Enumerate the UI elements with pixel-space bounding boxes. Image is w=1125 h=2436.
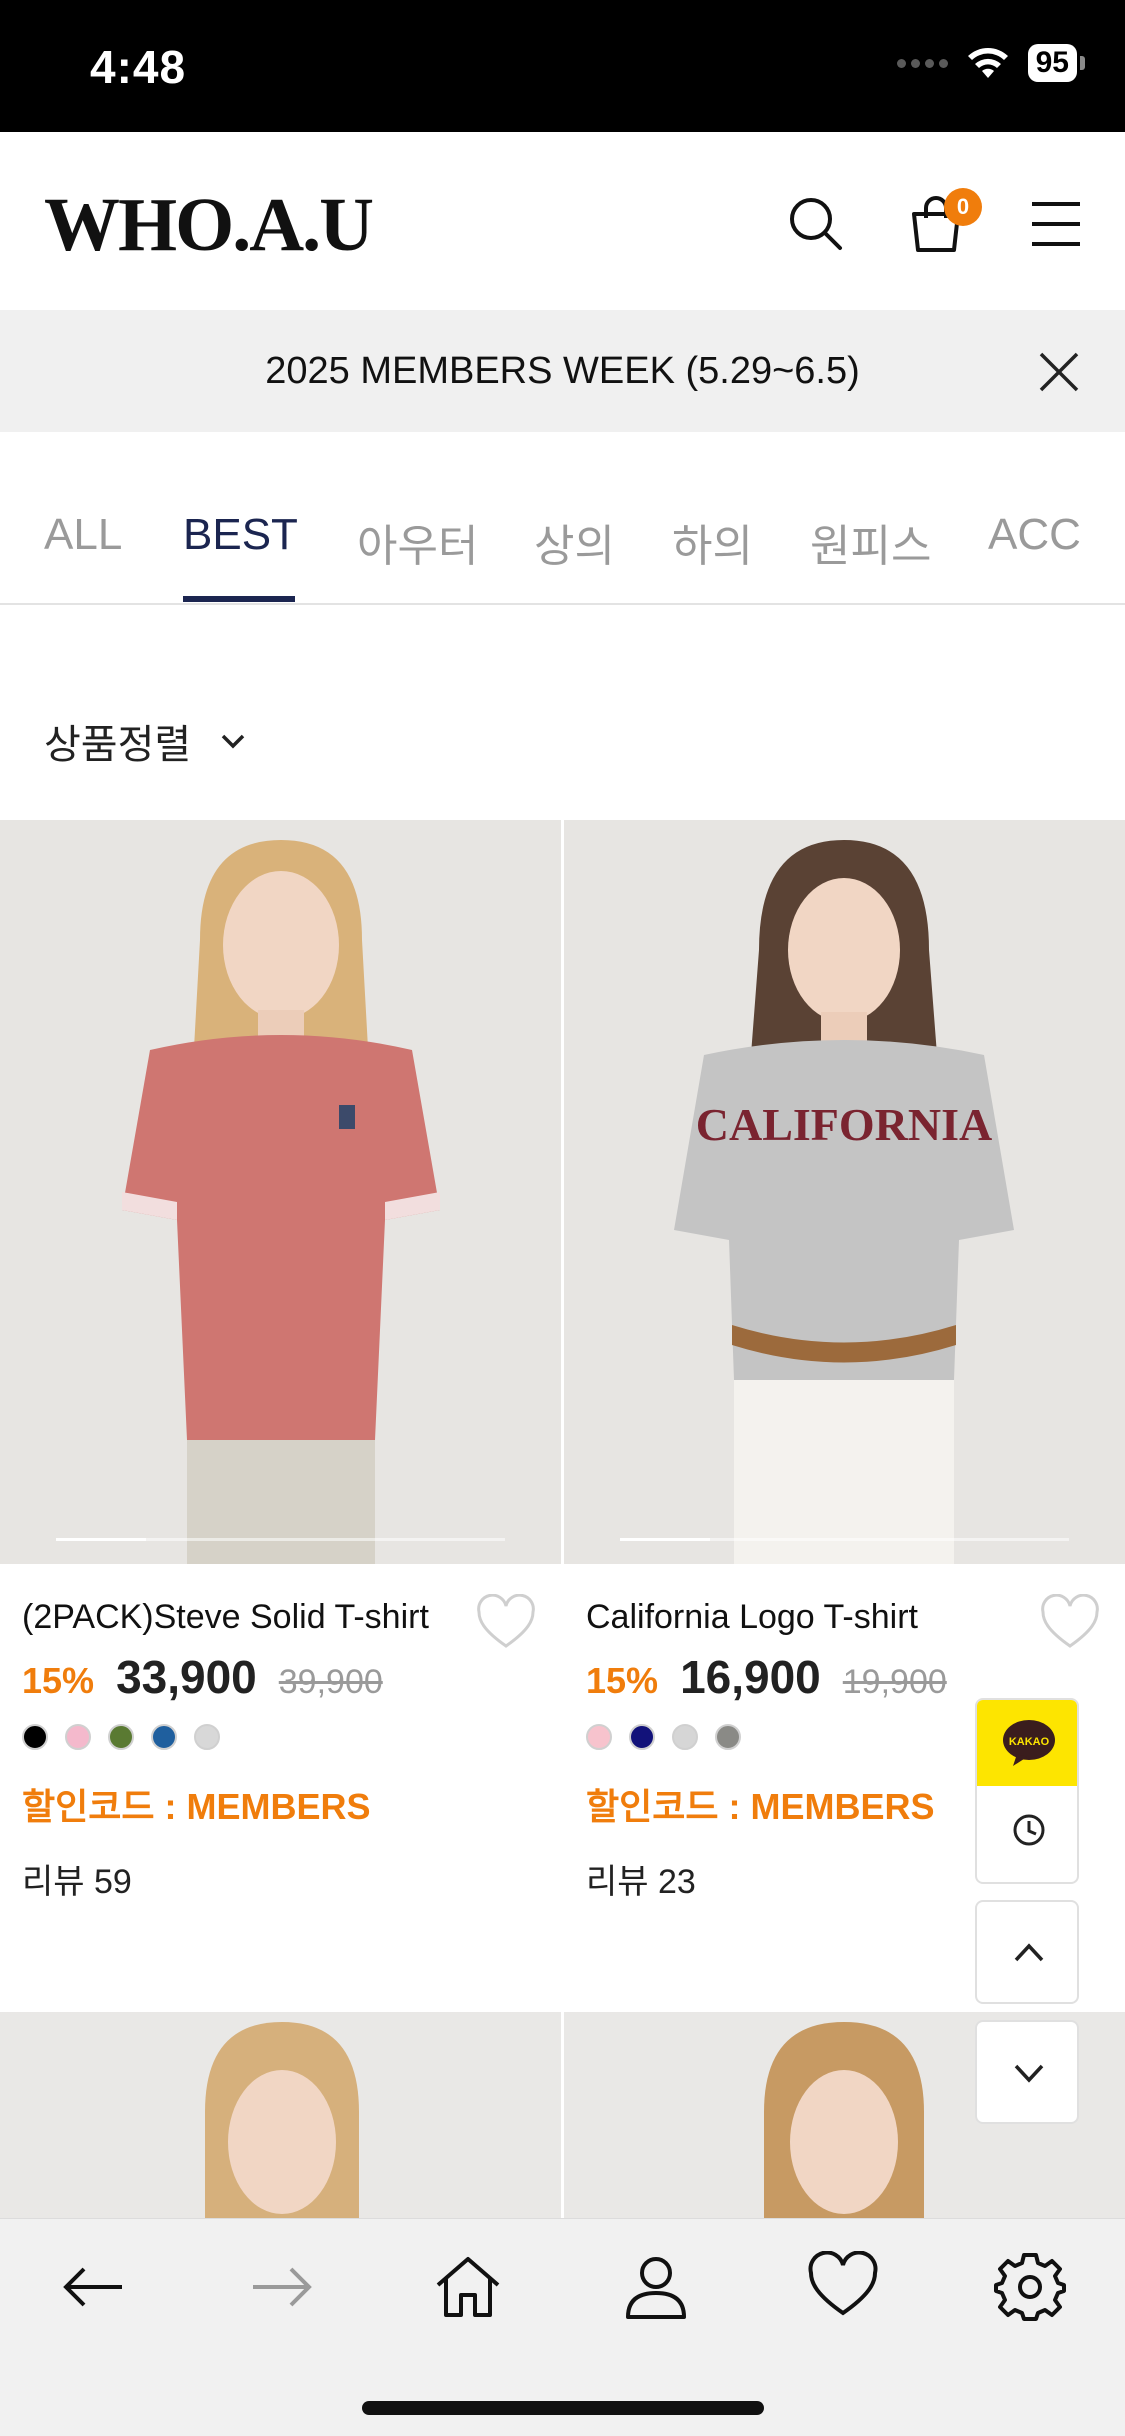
swatch-pink [65,1724,91,1750]
wishlist-heart-icon[interactable] [1039,1593,1101,1650]
tab-outer[interactable]: 아우터 [357,510,478,574]
original-price: 39,900 [278,1663,383,1701]
image-progress-bar [56,1538,505,1541]
clock-icon[interactable] [1011,1812,1047,1853]
product-name[interactable]: California Logo T-shirt [586,1598,1036,1637]
tab-top[interactable]: 상의 [534,510,615,574]
swatch-light-gray [672,1724,698,1750]
active-tab-indicator [183,596,295,602]
tab-acc[interactable]: ACC [988,510,1081,560]
bottom-nav [0,2218,1125,2436]
product-card[interactable]: (2PACK)Steve Solid T-shirt 15% 33,900 39… [0,820,561,2012]
swatch-pink [586,1724,612,1750]
signal-icon [896,58,948,68]
discount-code: 할인코드 : MEMBERS [22,1786,371,1827]
review-count: 리뷰 23 [586,1863,696,1901]
discount-rate: 15% [586,1660,659,1701]
search-icon[interactable] [784,192,848,256]
site-header: WHO.A.U 0 [0,132,1125,310]
settings-gear-icon[interactable] [994,2251,1066,2323]
home-indicator [362,2401,764,2415]
status-bar: 4:48 95 [0,0,1125,132]
swatch-black [22,1724,48,1750]
status-time: 4:48 [90,41,187,93]
menu-icon[interactable] [1024,192,1088,256]
swatch-gray [715,1724,741,1750]
back-arrow-icon[interactable] [58,2251,130,2323]
svg-text:CALIFORNIA: CALIFORNIA [696,1099,992,1150]
promo-banner[interactable]: 2025 MEMBERS WEEK (5.29~6.5) [0,310,1125,432]
swatch-navy [629,1724,655,1750]
color-swatches [586,1724,741,1750]
image-progress-bar [620,1538,1069,1541]
swatch-light-gray [194,1724,220,1750]
tab-bottom[interactable]: 하의 [672,510,753,574]
sale-price: 33,900 [116,1651,257,1703]
sort-label: 상품정렬 [44,723,192,767]
tab-all[interactable]: ALL [44,510,122,560]
category-tabs: ALL BEST 아우터 상의 하의 원피스 ACC [0,432,1125,605]
wishlist-heart-icon[interactable] [475,1593,537,1650]
discount-rate: 15% [22,1660,95,1701]
price-row: 15% 16,900 19,900 [586,1650,947,1704]
wishlist-icon[interactable] [807,2250,879,2323]
review-count: 리뷰 59 [22,1863,132,1901]
price-row: 15% 33,900 39,900 [22,1650,383,1704]
wifi-icon [967,48,1008,78]
status-indicators: 95 [896,44,1085,82]
brand-logo[interactable]: WHO.A.U [44,182,374,269]
color-swatches [22,1724,220,1750]
battery-level: 95 [1027,44,1077,82]
scroll-top-button[interactable] [975,1900,1079,2004]
cart-count-badge: 0 [944,188,982,226]
product-image[interactable]: CALIFORNIA [564,820,1125,1564]
chevron-down-icon [1014,2064,1044,2083]
banner-text: 2025 MEMBERS WEEK (5.29~6.5) [265,350,860,392]
original-price: 19,900 [842,1663,947,1701]
tab-onepiece[interactable]: 원피스 [810,510,931,574]
profile-icon[interactable] [620,2251,692,2323]
kakao-button[interactable]: KAKAO [977,1700,1077,1786]
chevron-up-icon [1014,1943,1044,1962]
close-icon[interactable] [1035,348,1083,396]
scroll-bottom-button[interactable] [975,2020,1079,2124]
swatch-blue [151,1724,177,1750]
home-icon[interactable] [432,2251,504,2323]
discount-code: 할인코드 : MEMBERS [586,1786,935,1827]
sale-price: 16,900 [680,1651,821,1703]
chevron-down-icon [221,734,245,749]
product-image-partial[interactable] [0,2012,561,2218]
cart-icon[interactable]: 0 [904,188,982,256]
swatch-olive [108,1724,134,1750]
kakao-recent-panel: KAKAO [975,1698,1079,1884]
tab-best[interactable]: BEST [183,510,298,560]
battery-icon: 95 [1027,44,1085,82]
product-name[interactable]: (2PACK)Steve Solid T-shirt [22,1598,472,1637]
product-image[interactable] [0,820,561,1564]
sort-dropdown[interactable]: 상품정렬 [44,712,247,770]
kakao-label: KAKAO [1009,1736,1050,1748]
forward-arrow-icon[interactable] [245,2251,317,2323]
